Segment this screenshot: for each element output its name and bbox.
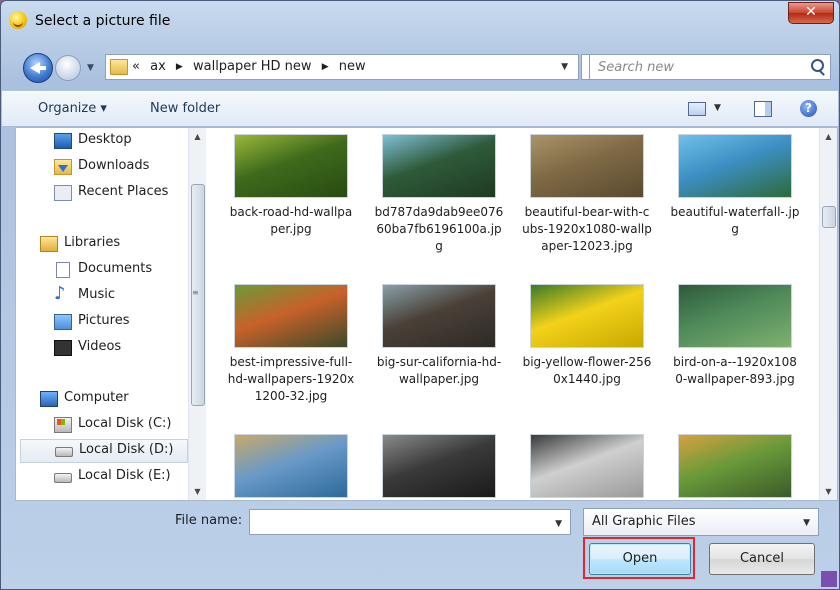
file-thumbnail bbox=[234, 134, 348, 198]
file-name: bird-on-a--1920x1080-wallpaper-893.jpg bbox=[673, 355, 797, 386]
recent-places-icon bbox=[54, 185, 72, 201]
file-name-dropdown-icon[interactable]: ▼ bbox=[555, 519, 562, 529]
file-thumbnail bbox=[678, 134, 792, 198]
breadcrumb-wallpaper-hd-new[interactable]: wallpaper HD new bbox=[193, 59, 312, 74]
organize-button[interactable]: Organize ▾ bbox=[38, 101, 107, 116]
scroll-up-arrow-icon[interactable]: ▲ bbox=[820, 128, 837, 145]
command-bar: Organize ▾ New folder ▼ ? bbox=[2, 91, 838, 127]
search-box[interactable] bbox=[589, 54, 831, 80]
scroll-up-arrow-icon[interactable]: ▲ bbox=[189, 128, 206, 145]
scroll-down-arrow-icon[interactable]: ▼ bbox=[820, 483, 837, 500]
file-thumbnail bbox=[382, 284, 496, 348]
nav-item-label: Recent Places bbox=[78, 184, 169, 199]
file-dialog: Select a picture file ✕ ▼ « ax ▶ wallpap… bbox=[0, 0, 840, 590]
search-icon[interactable] bbox=[811, 59, 824, 72]
search-input[interactable] bbox=[596, 57, 800, 77]
cancel-button[interactable]: Cancel bbox=[709, 543, 815, 575]
close-button[interactable]: ✕ bbox=[788, 2, 834, 24]
folder-icon bbox=[110, 59, 128, 75]
videos-icon bbox=[54, 340, 72, 356]
file-type-filter-value: All Graphic Files bbox=[592, 514, 696, 529]
title-bar: Select a picture file ✕ bbox=[1, 1, 839, 41]
nav-item-label: Local Disk (C:) bbox=[78, 416, 172, 431]
file-thumbnail bbox=[530, 434, 644, 498]
file-name-field[interactable] bbox=[254, 513, 548, 533]
file-thumbnail bbox=[382, 434, 496, 498]
breadcrumb-separator-icon[interactable]: ▶ bbox=[176, 62, 183, 72]
scroll-grip-icon: ≡ bbox=[192, 288, 199, 297]
nav-item-label: Computer bbox=[64, 390, 129, 405]
change-view-icon[interactable] bbox=[688, 102, 706, 116]
file-thumbnail bbox=[678, 284, 792, 348]
file-name-label: File name: bbox=[175, 513, 243, 528]
forward-button[interactable] bbox=[55, 55, 81, 81]
nav-item-label: Local Disk (D:) bbox=[79, 442, 174, 457]
browser-area: Desktop Downloads Recent Places Librarie… bbox=[15, 127, 838, 501]
nav-item-local-disk-d[interactable]: Local Disk (D:) bbox=[20, 439, 188, 463]
file-name: big-sur-california-hd-wallpaper.jpg bbox=[376, 355, 502, 386]
file-name: beautiful-waterfall-.jpg bbox=[670, 205, 800, 236]
file-name: bd787da9dab9ee07660ba7fb6196100a.jpg bbox=[374, 205, 504, 253]
disk-c-icon bbox=[54, 417, 72, 433]
file-name: big-yellow-flower-2560x1440.jpg bbox=[522, 355, 652, 386]
back-button[interactable] bbox=[23, 53, 53, 83]
nav-item-label: Desktop bbox=[78, 132, 132, 147]
address-dropdown-icon[interactable]: ▼ bbox=[561, 62, 568, 72]
navigation-bar: ▼ « ax ▶ wallpaper HD new ▶ new ▼ ⟳ bbox=[1, 49, 839, 83]
scroll-down-arrow-icon[interactable]: ▼ bbox=[189, 483, 206, 500]
file-list-scrollbar[interactable]: ▲ ▼ bbox=[819, 128, 837, 500]
new-folder-button[interactable]: New folder bbox=[150, 101, 220, 116]
nav-item-label: Pictures bbox=[78, 313, 130, 328]
history-dropdown-icon[interactable]: ▼ bbox=[87, 63, 94, 73]
view-options-dropdown-icon[interactable]: ▼ bbox=[714, 103, 721, 113]
downloads-icon bbox=[54, 159, 72, 175]
desktop-icon bbox=[54, 133, 72, 149]
file-name: back-road-hd-wallpaper.jpg bbox=[229, 205, 353, 236]
file-thumbnail bbox=[530, 284, 644, 348]
nav-item-label: Downloads bbox=[78, 158, 150, 173]
computer-icon bbox=[40, 391, 58, 407]
file-name: best-impressive-full-hd-wallpapers-1920x… bbox=[227, 355, 355, 403]
breadcrumb-overflow[interactable]: « bbox=[132, 59, 140, 74]
breadcrumb-separator-icon[interactable]: ▶ bbox=[322, 62, 329, 72]
nav-item-label: Music bbox=[78, 287, 115, 302]
nav-item-label: Videos bbox=[78, 339, 122, 354]
nav-item-label: Libraries bbox=[64, 235, 121, 250]
file-name: beautiful-bear-with-cubs-1920x1080-wallp… bbox=[522, 205, 652, 253]
breadcrumb-ax[interactable]: ax bbox=[150, 59, 166, 74]
dialog-title: Select a picture file bbox=[35, 13, 171, 29]
file-list: back-road-hd-wallpaper.jpg bd787da9dab9ee… bbox=[226, 128, 820, 500]
resize-grip-icon[interactable] bbox=[821, 571, 837, 587]
documents-icon bbox=[56, 262, 70, 278]
nav-item-label: Documents bbox=[78, 261, 153, 276]
breadcrumb-new[interactable]: new bbox=[339, 59, 366, 74]
file-list-scroll-thumb[interactable] bbox=[822, 206, 836, 228]
file-thumbnail bbox=[234, 434, 348, 498]
pictures-icon bbox=[54, 314, 72, 330]
disk-icon bbox=[55, 447, 73, 457]
breadcrumb: « ax ▶ wallpaper HD new ▶ new bbox=[132, 59, 366, 74]
libraries-icon bbox=[40, 236, 58, 252]
file-thumbnail bbox=[678, 434, 792, 498]
nav-item-label: Local Disk (E:) bbox=[78, 468, 171, 483]
navigation-pane: Desktop Downloads Recent Places Librarie… bbox=[16, 128, 206, 500]
help-icon[interactable]: ? bbox=[800, 100, 817, 117]
nav-pane-scrollbar[interactable]: ▲ ≡ ▼ bbox=[188, 128, 206, 500]
file-name-combobox[interactable]: ▼ bbox=[249, 509, 571, 535]
file-type-dropdown-icon[interactable]: ▼ bbox=[803, 518, 810, 528]
music-icon bbox=[54, 283, 70, 304]
open-button-highlight bbox=[583, 537, 695, 579]
preview-pane-icon[interactable] bbox=[754, 101, 772, 117]
address-bar[interactable]: « ax ▶ wallpaper HD new ▶ new ▼ bbox=[105, 54, 579, 80]
app-icon bbox=[9, 11, 27, 29]
file-thumbnail bbox=[530, 134, 644, 198]
disk-icon bbox=[54, 473, 72, 483]
file-thumbnail bbox=[234, 284, 348, 348]
close-icon: ✕ bbox=[805, 4, 817, 20]
file-type-filter[interactable]: All Graphic Files ▼ bbox=[583, 508, 819, 536]
file-thumbnail bbox=[382, 134, 496, 198]
